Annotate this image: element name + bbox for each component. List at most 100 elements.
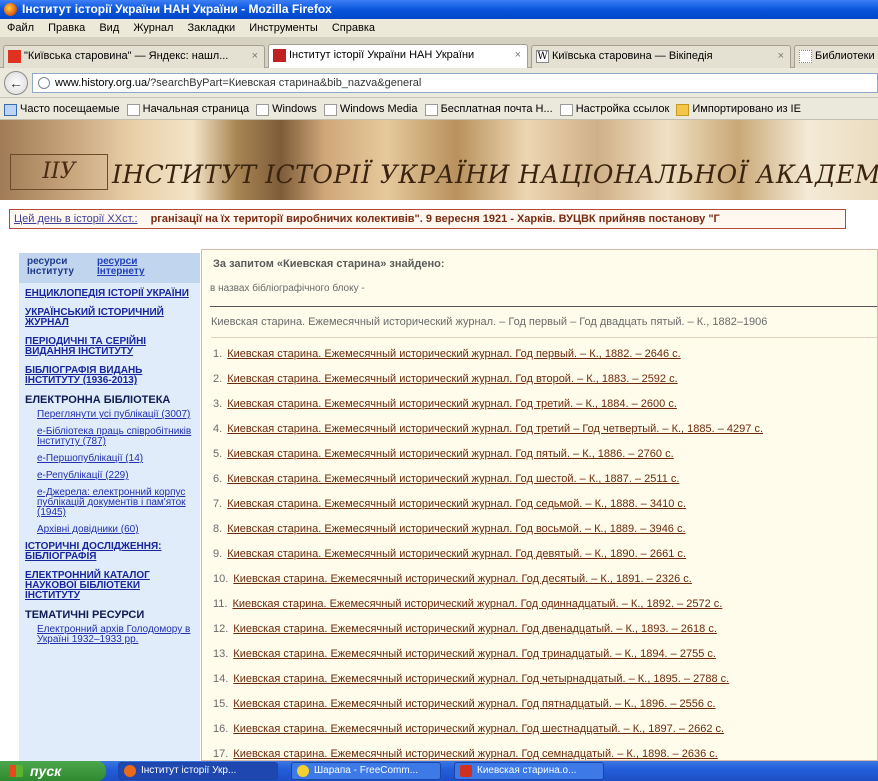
taskbar-item-firefox[interactable]: Інститут історії Укр...	[118, 762, 278, 780]
sidebar-link[interactable]: ІСТОРИЧНІ ДОСЛІДЖЕННЯ: БІБЛІОГРАФІЯ	[25, 542, 194, 562]
menu-edit[interactable]: Правка	[48, 19, 85, 37]
back-button[interactable]: ←	[4, 71, 28, 95]
search-results: За запитом «Киевская старина» знайдено: …	[201, 249, 878, 761]
result-link[interactable]: Киевская старина. Ежемесячный историческ…	[233, 723, 724, 735]
result-number: 12.	[213, 623, 229, 635]
tab-institute[interactable]: Інститут історії України НАН України ×	[268, 44, 528, 68]
result-link[interactable]: Киевская старина. Ежемесячный историческ…	[233, 673, 729, 685]
bookmark-imported-ie[interactable]: Импортировано из IE	[676, 98, 801, 119]
result-link[interactable]: Киевская старина. Ежемесячный историческ…	[233, 573, 692, 585]
menu-bar: Файл Правка Вид Журнал Закладки Инструме…	[0, 19, 878, 37]
page-icon	[799, 50, 812, 63]
document-icon	[460, 765, 472, 777]
sidebar-link[interactable]: е-Бібліотека праць співробітників Інстит…	[37, 427, 194, 447]
menu-help[interactable]: Справка	[332, 19, 375, 37]
institute-logo[interactable]: ІІУ	[10, 154, 108, 190]
result-link[interactable]: Киевская старина. Ежемесячный историческ…	[233, 698, 715, 710]
close-icon[interactable]: ×	[778, 46, 784, 67]
result-link[interactable]: Киевская старина. Ежемесячный историческ…	[227, 548, 686, 560]
tab-label: Библиотеки	[815, 50, 875, 62]
result-link[interactable]: Киевская старина. Ежемесячный историческ…	[233, 748, 718, 760]
taskbar-item-document[interactable]: Киевская старина.о...	[454, 762, 604, 780]
close-icon[interactable]: ×	[515, 45, 521, 66]
menu-view[interactable]: Вид	[99, 19, 119, 37]
sidebar-link[interactable]: е-Джерела: електронний корпус публікацій…	[37, 488, 194, 518]
taskbar-item-freecommander[interactable]: Шарапа - FreeComm...	[291, 762, 441, 780]
tab-internet-resources[interactable]: ресурси Інтернету	[97, 257, 177, 277]
history-ticker: Цей день в історії ХХст.: рганізації на …	[9, 209, 846, 229]
sidebar-link[interactable]: Архівні довідники (60)	[37, 525, 194, 535]
bookmark-home[interactable]: Начальная страница	[126, 98, 249, 119]
result-link[interactable]: Киевская старина. Ежемесячный историческ…	[227, 348, 681, 360]
result-link[interactable]: Киевская старина. Ежемесячный историческ…	[227, 473, 679, 485]
result-link[interactable]: Киевская старина. Ежемесячный историческ…	[227, 523, 685, 535]
sidebar-heading: ЕЛЕКТРОННА БІБЛІОТЕКА	[25, 394, 171, 406]
result-item: 5. Киевская старина. Ежемесячный историче…	[213, 448, 877, 468]
tab-wikipedia[interactable]: W Київська старовина — Вікіпедія ×	[531, 45, 791, 68]
menu-bookmarks[interactable]: Закладки	[188, 19, 236, 37]
sidebar-link[interactable]: Переглянути усі публікації (3007)	[37, 410, 194, 420]
result-item: 6. Киевская старина. Ежемесячный историче…	[213, 473, 877, 493]
wikipedia-icon: W	[536, 50, 549, 63]
ticker-label[interactable]: Цей день в історії ХХст.:	[14, 213, 138, 225]
result-item: 16. Киевская старина. Ежемесячный историч…	[213, 723, 877, 743]
menu-file[interactable]: Файл	[7, 19, 34, 37]
result-link[interactable]: Киевская старина. Ежемесячный историческ…	[227, 398, 677, 410]
result-link[interactable]: Киевская старина. Ежемесячный историческ…	[233, 623, 717, 635]
result-link[interactable]: Киевская старина. Ежемесячный историческ…	[227, 423, 763, 435]
result-number: 5.	[213, 448, 223, 460]
result-item: 8. Киевская старина. Ежемесячный историче…	[213, 523, 877, 543]
taskbar-item-label: Інститут історії Укр...	[141, 765, 237, 776]
bookmarks-bar: Часто посещаемые Начальная страница Wind…	[0, 98, 878, 120]
series-summary: Киевская старина. Ежемесячный историческ…	[211, 316, 877, 338]
sidebar-link[interactable]: Електронний архів Голодомору в Україні 1…	[37, 625, 194, 645]
start-label: пуск	[30, 763, 62, 779]
result-number: 2.	[213, 373, 223, 385]
bookmark-most-visited[interactable]: Часто посещаемые	[4, 98, 120, 119]
result-item: 17. Киевская старина. Ежемесячный историч…	[213, 748, 877, 760]
url-bar[interactable]: www.history.org.ua/?searchByPart=Киевска…	[32, 73, 878, 93]
taskbar-item-label: Шарапа - FreeComm...	[314, 765, 419, 776]
url-host: www.history.org.ua	[55, 77, 148, 89]
result-item: 1. Киевская старина. Ежемесячный историче…	[213, 348, 877, 368]
windows-flag-icon	[9, 765, 23, 777]
bookmark-customize-links[interactable]: Настройка ссылок	[559, 98, 669, 119]
tab-yandex[interactable]: "Київська старовина" — Яндекс: нашл... ×	[3, 45, 265, 68]
result-item: 7. Киевская старина. Ежемесячный историче…	[213, 498, 877, 518]
tab-label: Інститут історії України НАН України	[289, 49, 475, 61]
freecommander-icon	[297, 765, 309, 777]
tab-bar: "Київська старовина" — Яндекс: нашл... ×…	[0, 37, 878, 68]
menu-tools[interactable]: Инструменты	[249, 19, 318, 37]
result-link[interactable]: Киевская старина. Ежемесячный историческ…	[232, 598, 722, 610]
tab-label: Київська старовина — Вікіпедія	[552, 50, 713, 62]
result-link[interactable]: Киевская старина. Ежемесячный историческ…	[233, 648, 716, 660]
start-button[interactable]: пуск	[0, 761, 106, 781]
sidebar-link[interactable]: е-Републікації (229)	[37, 471, 194, 481]
window-title-bar[interactable]: Інститут історії України НАН України - M…	[0, 0, 878, 19]
tab-institute-resources[interactable]: ресурси Інституту	[27, 257, 97, 277]
sidebar-link[interactable]: ПЕРІОДИЧНІ ТА СЕРІЙНІ ВИДАННЯ ІНСТИТУТУ	[25, 337, 194, 357]
sidebar-link[interactable]: е-Першопублікації (14)	[37, 454, 194, 464]
sidebar-link[interactable]: ЕЛЕКТРОННИЙ КАТАЛОГ НАУКОВОЇ БІБЛІОТЕКИ …	[25, 571, 194, 601]
menu-history[interactable]: Журнал	[133, 19, 173, 37]
result-link[interactable]: Киевская старина. Ежемесячный историческ…	[227, 373, 677, 385]
navigation-bar: ← www.history.org.ua/?searchByPart=Киевс…	[0, 68, 878, 98]
sidebar-link[interactable]: УКРАЇНСЬКИЙ ІСТОРИЧНИЙ ЖУРНАЛ	[25, 308, 194, 328]
result-link[interactable]: Киевская старина. Ежемесячный историческ…	[227, 498, 686, 510]
bookmark-free-mail[interactable]: Бесплатная почта H...	[424, 98, 553, 119]
browser-window: Інститут історії України НАН України - M…	[0, 0, 878, 781]
result-link[interactable]: Киевская старина. Ежемесячный историческ…	[227, 448, 673, 460]
globe-icon	[38, 77, 50, 89]
site-banner: ІІУ ІНСТИТУТ ІСТОРІЇ УКРАЇНИ НАЦІОНАЛЬНО…	[0, 120, 878, 200]
sidebar-list: ЕНЦИКЛОПЕДІЯ ІСТОРІЇ УКРАЇНИ УКРАЇНСЬКИЙ …	[19, 286, 200, 761]
sidebar-link[interactable]: ЕНЦИКЛОПЕДІЯ ІСТОРІЇ УКРАЇНИ	[25, 289, 194, 299]
close-icon[interactable]: ×	[252, 46, 258, 67]
sidebar-tabs: ресурси Інституту ресурси Інтернету	[19, 253, 200, 283]
taskbar: пуск Інститут історії Укр... Шарапа - Fr…	[0, 761, 878, 781]
bookmark-windows[interactable]: Windows	[256, 98, 317, 119]
result-item: 15. Киевская старина. Ежемесячный историч…	[213, 698, 877, 718]
ticker-text: рганізації на їх території виробничих ко…	[150, 213, 720, 225]
sidebar-link[interactable]: БІБЛІОГРАФІЯ ВИДАНЬ ІНСТИТУТУ (1936-2013…	[25, 366, 194, 386]
bookmark-windows-media[interactable]: Windows Media	[323, 98, 418, 119]
tab-libraries[interactable]: Библиотеки	[794, 45, 878, 68]
